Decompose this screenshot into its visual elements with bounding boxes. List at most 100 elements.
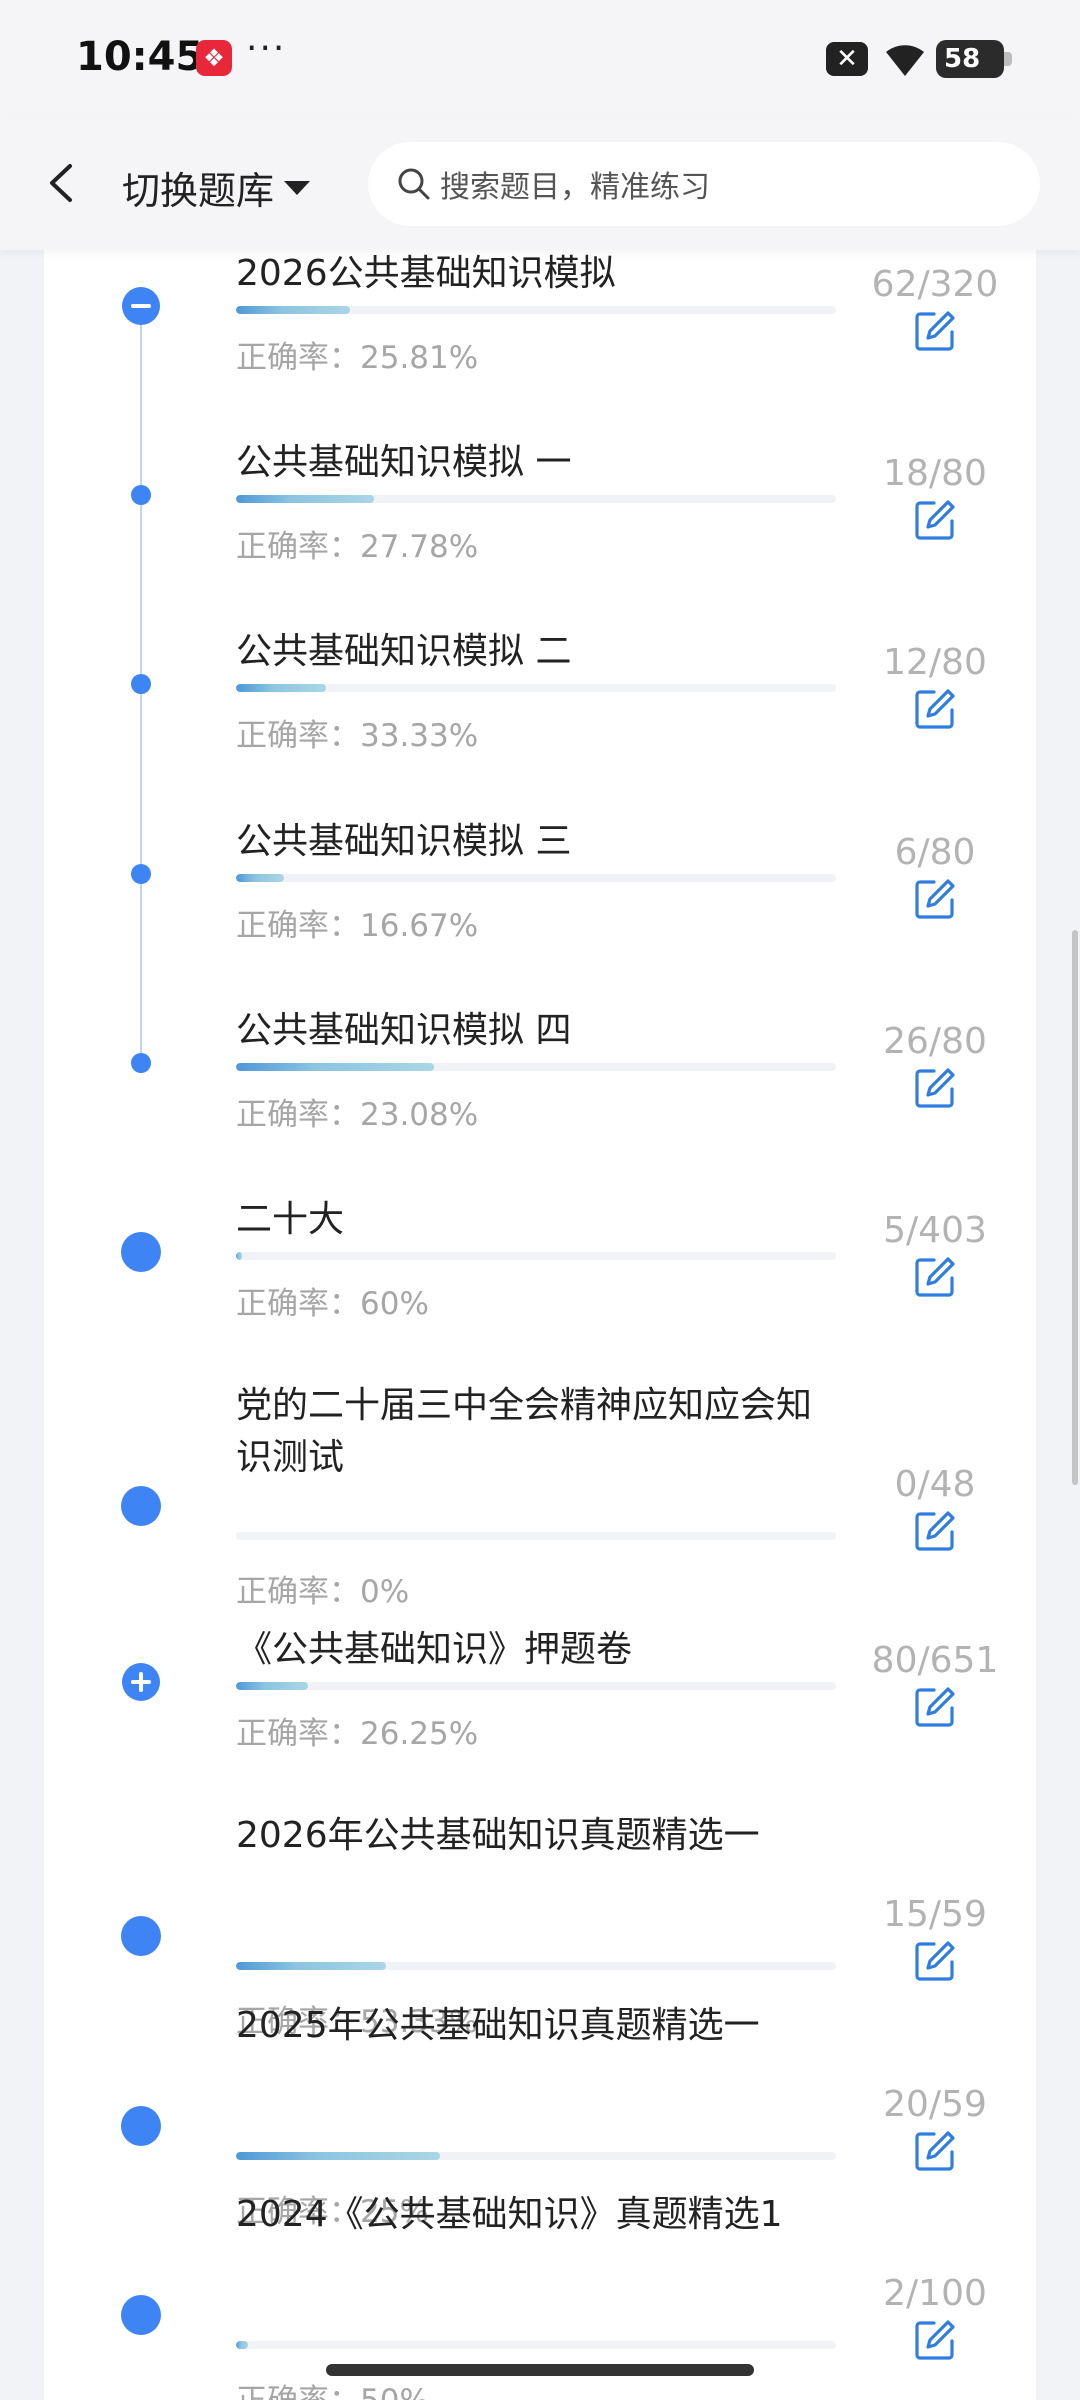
progress-fill: [236, 1063, 434, 1071]
practice-edit-icon[interactable]: [914, 2319, 956, 2361]
battery-level: 58: [944, 44, 981, 74]
battery-icon: 58: [936, 40, 1012, 78]
accuracy-text: 正确率：23.08%: [236, 1089, 478, 1134]
timeline-node: [121, 1916, 161, 1956]
progress-fill: [236, 1682, 308, 1690]
accuracy-label: 正确率：: [236, 1286, 360, 1322]
search-icon: [398, 168, 430, 200]
status-bar: 10:45 ❖ ··· ✕ 58: [0, 0, 1080, 118]
accuracy-value: 60%: [360, 1286, 429, 1322]
answered-count: 6/80: [894, 832, 976, 873]
caret-down-icon: [284, 180, 311, 195]
progress-bar: [236, 1063, 836, 1071]
accuracy-text: 正确率：27.78%: [236, 521, 478, 566]
accuracy-value: 50%: [360, 2383, 429, 2400]
accuracy-label: 正确率：: [236, 529, 360, 565]
accuracy-value: 27.78%: [360, 529, 479, 565]
accuracy-value: 26.25%: [360, 1716, 479, 1752]
switch-label: 切换题库: [122, 169, 275, 213]
progress-bar: [236, 1252, 836, 1260]
answered-count: 15/59: [883, 1894, 987, 1935]
app-notification-icon: ❖: [196, 40, 232, 76]
back-icon[interactable]: [42, 158, 82, 208]
accuracy-label: 正确率：: [236, 340, 360, 376]
accuracy-text: 正确率：16.67%: [236, 900, 478, 945]
answered-count: 5/403: [883, 1210, 987, 1251]
scrollbar[interactable]: [1072, 930, 1078, 1485]
accuracy-value: 0%: [360, 1574, 410, 1610]
progress-fill: [236, 1252, 242, 1260]
accuracy-text: 正确率：60%: [236, 1278, 429, 1323]
progress-fill: [236, 2152, 440, 2160]
accuracy-text: 正确率：0%: [236, 1566, 409, 1611]
accuracy-label: 正确率：: [236, 1097, 360, 1133]
timeline-node: [121, 1486, 161, 1526]
accuracy-text: 正确率：50%: [236, 2375, 429, 2400]
answered-count: 0/48: [894, 1464, 976, 1505]
collapse-icon[interactable]: [122, 287, 160, 325]
no-sim-icon: ✕: [826, 42, 868, 76]
accuracy-text: 正确率：25.81%: [236, 332, 478, 377]
practice-edit-icon[interactable]: [914, 688, 956, 730]
accuracy-value: 23.08%: [360, 1097, 479, 1133]
status-time: 10:45: [76, 34, 204, 80]
item-title: 《公共基础知识》押题卷: [236, 1629, 633, 1670]
item-title: 二十大: [236, 1199, 345, 1240]
search-placeholder: 搜索题目，精准练习: [440, 170, 710, 205]
switch-question-bank-dropdown[interactable]: 切换题库: [122, 160, 311, 215]
progress-bar: [236, 684, 836, 692]
practice-edit-icon[interactable]: [914, 499, 956, 541]
item-title: 公共基础知识模拟 三: [236, 821, 572, 862]
answered-count: 62/320: [871, 264, 999, 305]
practice-edit-icon[interactable]: [914, 1686, 956, 1728]
wifi-icon: [886, 45, 924, 76]
practice-edit-icon[interactable]: [914, 1510, 956, 1552]
item-title: 2026年公共基础知识真题精选一: [236, 1815, 760, 1856]
answered-count: 80/651: [871, 1640, 999, 1681]
home-indicator[interactable]: [326, 2364, 754, 2376]
progress-bar: [236, 874, 836, 882]
accuracy-text: 正确率：26.25%: [236, 1708, 478, 1753]
practice-edit-icon[interactable]: [914, 1256, 956, 1298]
accuracy-label: 正确率：: [236, 1716, 360, 1752]
progress-bar: [236, 1682, 836, 1690]
item-title: 2026公共基础知识模拟: [236, 253, 616, 294]
progress-fill: [236, 2341, 248, 2349]
progress-bar: [236, 306, 836, 314]
progress-fill: [236, 684, 326, 692]
practice-edit-icon[interactable]: [914, 1067, 956, 1109]
answered-count: 12/80: [883, 642, 987, 683]
accuracy-value: 33.33%: [360, 718, 479, 754]
expand-icon[interactable]: [122, 1663, 160, 1701]
item-title: 2024《公共基础知识》真题精选1: [236, 2194, 783, 2235]
accuracy-value: 16.67%: [360, 908, 479, 944]
search-input[interactable]: 搜索题目，精准练习: [368, 142, 1040, 226]
timeline-node: [131, 674, 151, 694]
accuracy-label: 正确率：: [236, 2383, 360, 2400]
progress-fill: [236, 1962, 386, 1970]
accuracy-value: 25.81%: [360, 340, 479, 376]
more-notifications-icon: ···: [246, 28, 287, 69]
practice-edit-icon[interactable]: [914, 2130, 956, 2172]
timeline-node: [121, 2295, 161, 2335]
practice-edit-icon[interactable]: [914, 1940, 956, 1982]
item-title: 公共基础知识模拟 四: [236, 1010, 572, 1051]
item-title: 党的二十届三中全会精神应知应会知识测试: [236, 1385, 813, 1478]
answered-count: 2/100: [883, 2273, 987, 2314]
progress-bar: [236, 1962, 836, 1970]
accuracy-label: 正确率：: [236, 908, 360, 944]
progress-fill: [236, 495, 374, 503]
practice-edit-icon[interactable]: [914, 310, 956, 352]
item-title: 2025年公共基础知识真题精选一: [236, 2005, 760, 2046]
answered-count: 20/59: [883, 2084, 987, 2125]
timeline-node: [121, 1232, 161, 1272]
progress-fill: [236, 306, 350, 314]
progress-fill: [236, 874, 284, 882]
accuracy-label: 正确率：: [236, 1574, 360, 1610]
answered-count: 18/80: [883, 453, 987, 494]
practice-edit-icon[interactable]: [914, 878, 956, 920]
item-title: 公共基础知识模拟 二: [236, 631, 572, 672]
progress-bar: [236, 495, 836, 503]
progress-bar: [236, 1532, 836, 1540]
accuracy-text: 正确率：33.33%: [236, 710, 478, 755]
